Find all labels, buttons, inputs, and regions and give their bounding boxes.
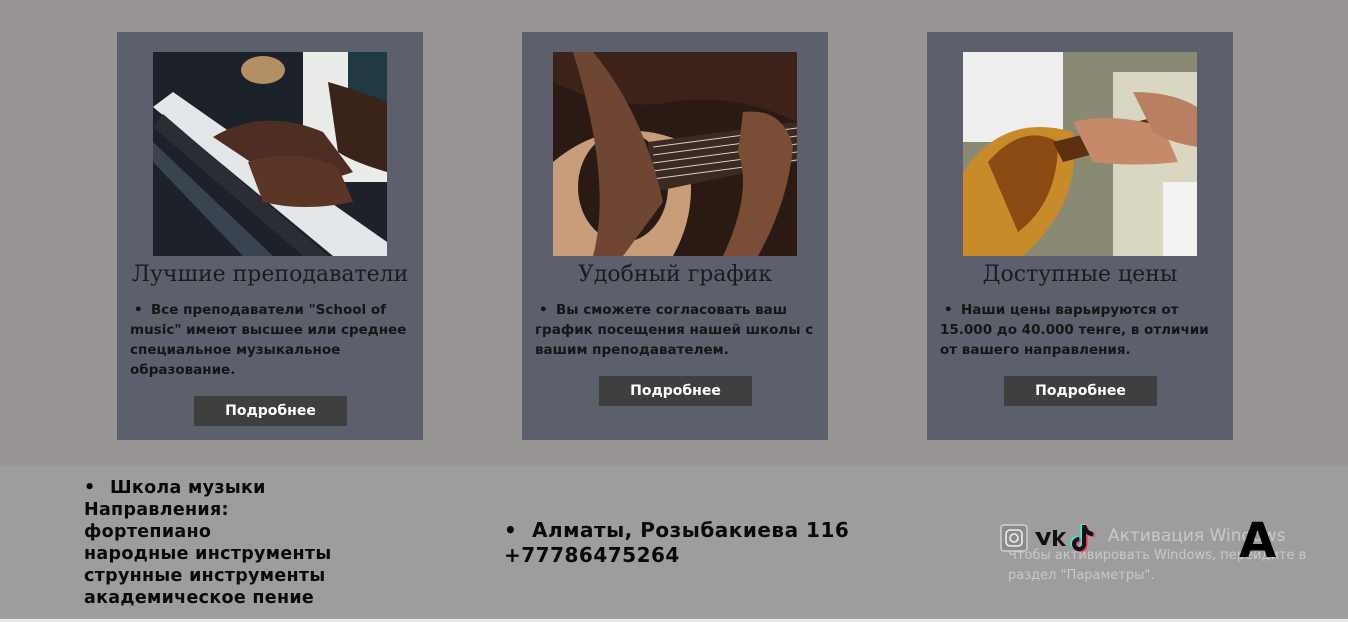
card-title: Удобный график bbox=[577, 262, 773, 287]
phone: +77786475264 bbox=[504, 543, 680, 567]
details-button[interactable]: Подробнее bbox=[599, 376, 752, 406]
guitar-photo bbox=[553, 52, 797, 256]
card-text: Вы сможете согласовать ваш график посеще… bbox=[535, 300, 817, 360]
feature-card-teachers: Лучшие преподаватели Все преподаватели "… bbox=[117, 32, 423, 440]
direction-item: народные инструменты bbox=[84, 544, 332, 564]
directions-label: Направления: bbox=[84, 500, 229, 520]
card-text: Все преподаватели "School of music" имею… bbox=[130, 300, 412, 380]
feature-card-prices: Доступные цены Наши цены варьируются от … bbox=[927, 32, 1233, 440]
direction-item: академическое пение bbox=[84, 588, 315, 608]
card-title: Доступные цены bbox=[982, 262, 1178, 287]
card-description: Наши цены варьируются от 15.000 до 40.00… bbox=[940, 300, 1222, 360]
school-name: Школа музыки bbox=[110, 478, 266, 498]
card-text: Наши цены варьируются от 15.000 до 40.00… bbox=[940, 300, 1222, 360]
direction-item: фортепиано bbox=[84, 522, 212, 542]
card-description: Вы сможете согласовать ваш график посеще… bbox=[535, 300, 817, 360]
address: Алматы, Розыбакиева 116 bbox=[532, 518, 850, 542]
direction-item: струнные инструменты bbox=[84, 566, 326, 586]
card-description: Все преподаватели "School of music" имею… bbox=[130, 300, 412, 380]
piano-photo bbox=[153, 52, 387, 256]
logo[interactable]: A bbox=[1239, 513, 1276, 569]
details-button[interactable]: Подробнее bbox=[194, 396, 347, 426]
vk-icon[interactable] bbox=[1033, 526, 1067, 554]
card-title: Лучшие преподаватели bbox=[131, 262, 409, 287]
footer-school-info: • Школа музыки Направления: фортепиано на… bbox=[84, 478, 332, 608]
dombra-photo bbox=[963, 52, 1197, 256]
tiktok-icon[interactable] bbox=[1067, 522, 1095, 558]
footer-contacts: • Алматы, Розыбакиева 116 +77786475264 bbox=[504, 518, 850, 567]
features-section: Лучшие преподаватели Все преподаватели "… bbox=[0, 0, 1348, 466]
details-button[interactable]: Подробнее bbox=[1004, 376, 1157, 406]
feature-card-schedule: Удобный график Вы сможете согласовать ва… bbox=[522, 32, 828, 440]
instagram-icon[interactable] bbox=[1000, 524, 1028, 556]
footer: • Школа музыки Направления: фортепиано на… bbox=[0, 466, 1348, 622]
watermark-line2: раздел "Параметры". bbox=[1008, 568, 1155, 583]
